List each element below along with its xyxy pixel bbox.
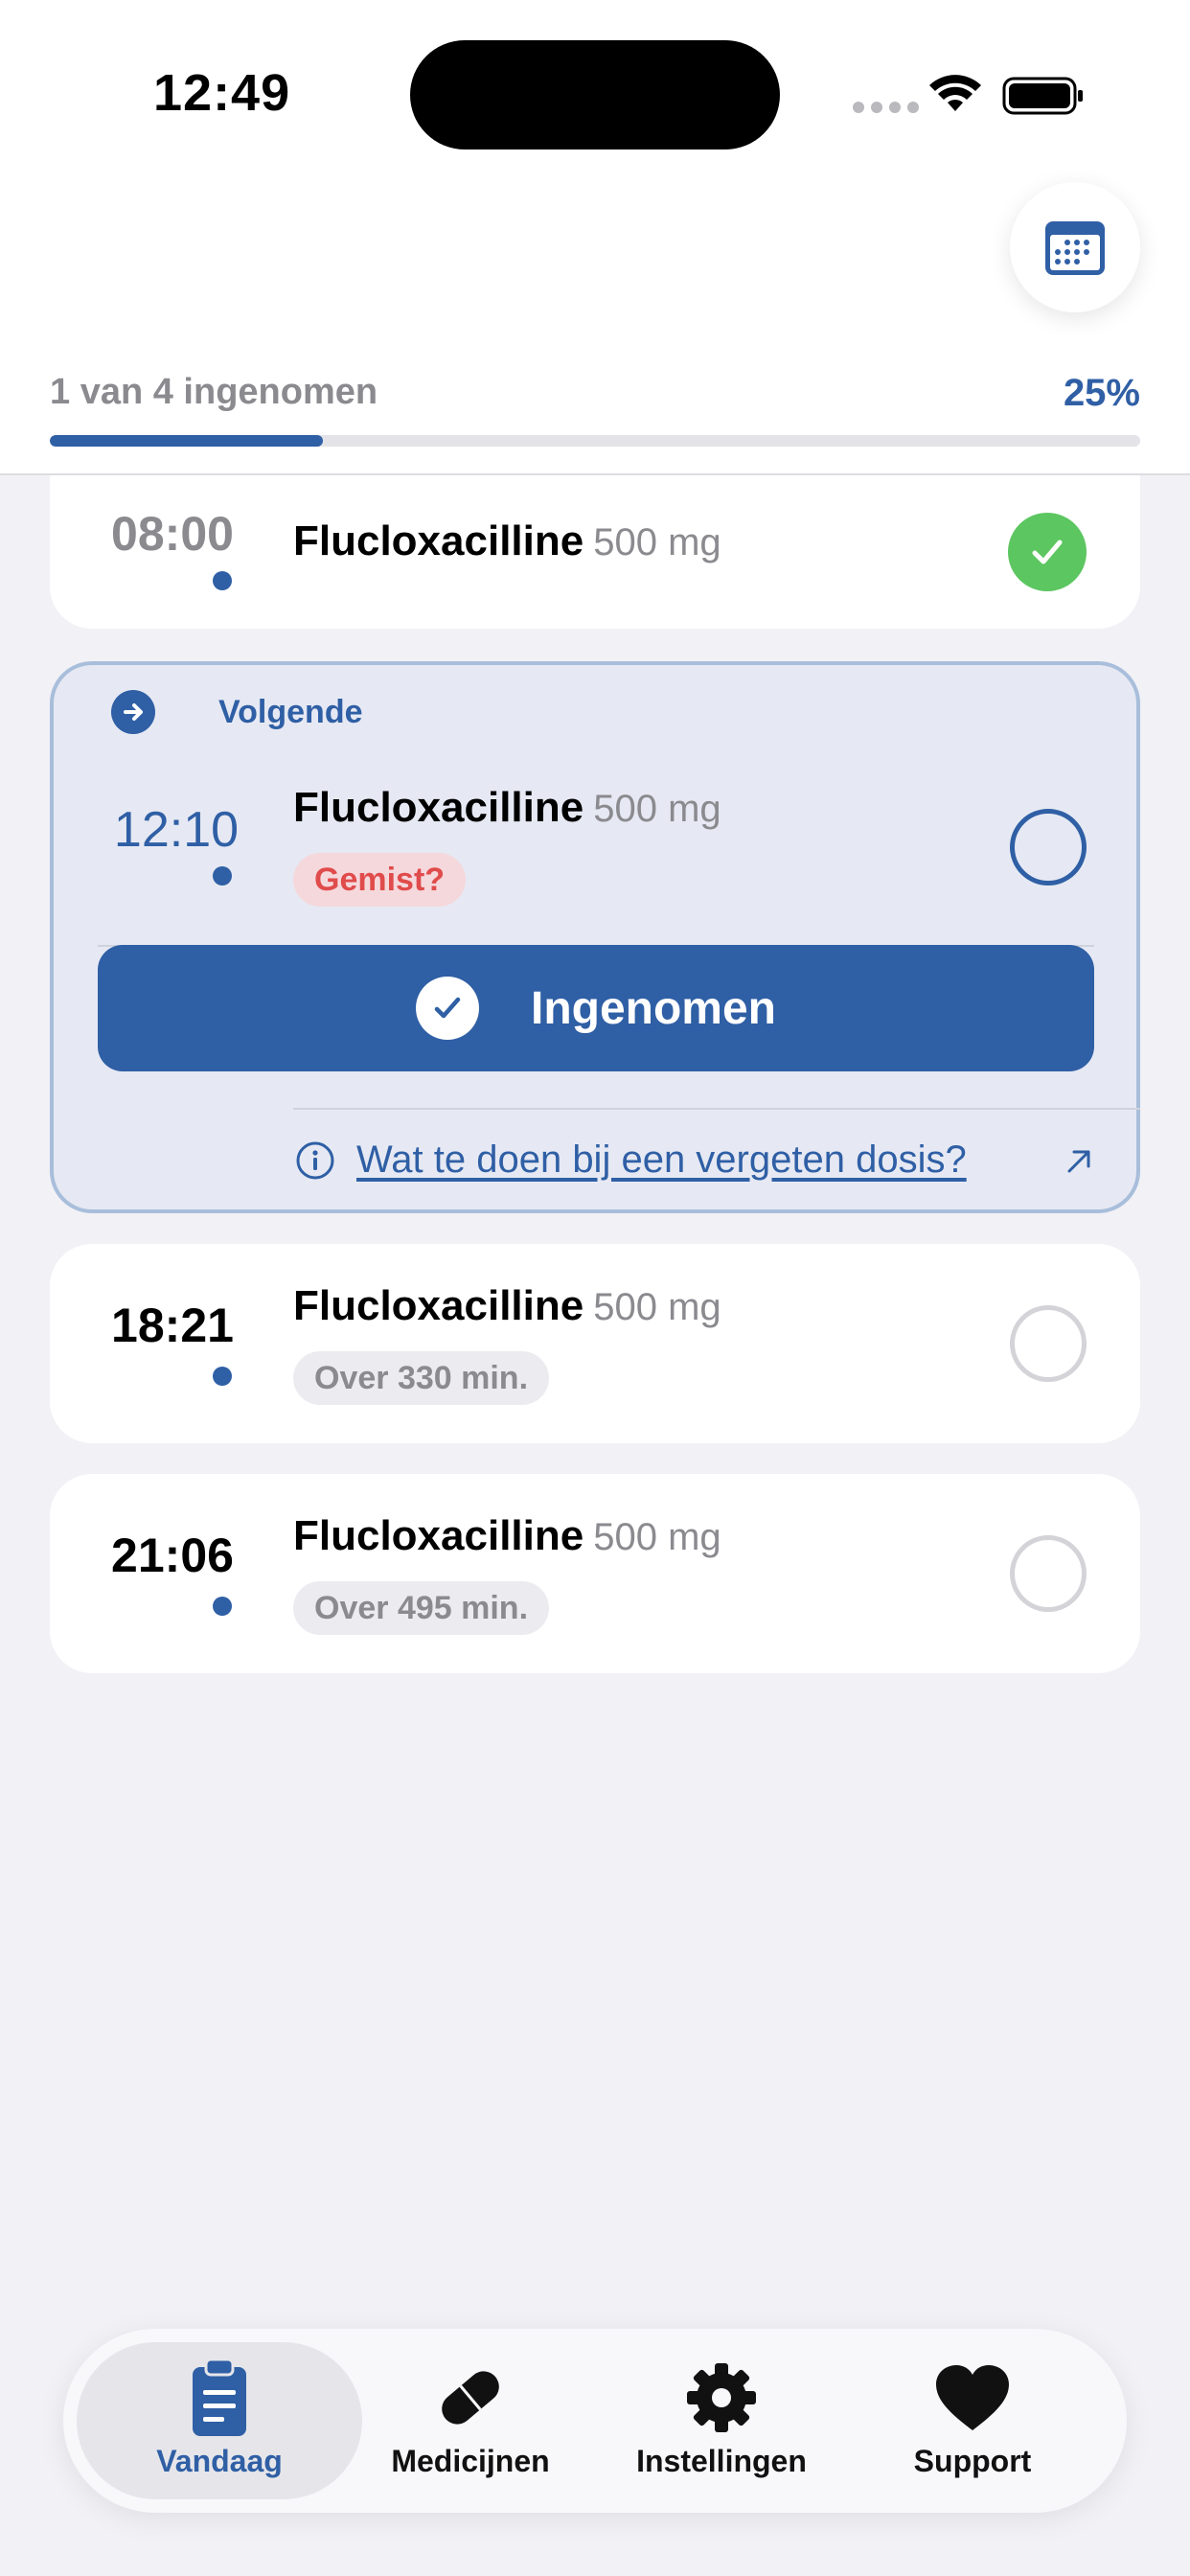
medication-name-text: Flucloxacilline bbox=[293, 518, 584, 564]
dose-card[interactable]: 18:21 Flucloxacilline 500 mg Over 330 min… bbox=[50, 1244, 1140, 1443]
progress-label: 1 van 4 ingenomen bbox=[50, 372, 378, 412]
external-link-icon[interactable] bbox=[1062, 1144, 1096, 1179]
medication-name-text: Flucloxacilline bbox=[293, 784, 584, 831]
medication-dose: 500 mg bbox=[593, 521, 721, 564]
calendar-button[interactable] bbox=[1010, 182, 1140, 312]
checkmark-icon bbox=[1032, 540, 1063, 564]
take-dose-toggle[interactable] bbox=[1010, 809, 1087, 886]
wifi-icon bbox=[929, 75, 981, 111]
dose-time: 08:00 bbox=[111, 507, 234, 561]
tab-support[interactable]: Support bbox=[830, 2342, 1115, 2499]
tab-vandaag[interactable]: Vandaag bbox=[77, 2342, 362, 2499]
medication-dose: 500 mg bbox=[593, 1286, 721, 1328]
time-remaining-badge: Over 330 min. bbox=[293, 1351, 550, 1405]
medication-name: Flucloxacilline 500 mg bbox=[293, 518, 721, 565]
medication-dose: 500 mg bbox=[593, 1516, 721, 1558]
tab-label: Instellingen bbox=[636, 2444, 807, 2478]
calendar-icon bbox=[1045, 221, 1105, 275]
tab-label: Vandaag bbox=[156, 2444, 283, 2478]
taken-check-button[interactable] bbox=[1008, 513, 1087, 591]
divider bbox=[293, 1108, 1140, 1110]
gear-icon bbox=[683, 2359, 760, 2436]
dose-card[interactable]: 08:00 Flucloxacilline 500 mg bbox=[50, 475, 1140, 629]
cellular-signal-icon bbox=[853, 102, 919, 113]
battery-icon bbox=[1002, 77, 1083, 115]
take-dose-toggle[interactable] bbox=[1010, 1305, 1087, 1382]
time-remaining-badge: Over 495 min. bbox=[293, 1581, 550, 1635]
taken-button[interactable]: Ingenomen bbox=[98, 945, 1094, 1071]
info-icon bbox=[296, 1141, 334, 1180]
dose-dot bbox=[213, 571, 232, 590]
next-dose-card: Volgende 12:10 Flucloxacilline 500 mg Gem… bbox=[50, 661, 1140, 1213]
dose-card[interactable]: 21:06 Flucloxacilline 500 mg Over 495 min… bbox=[50, 1474, 1140, 1673]
take-dose-toggle[interactable] bbox=[1010, 1535, 1087, 1612]
taken-button-label: Ingenomen bbox=[530, 982, 776, 1034]
medication-name: Flucloxacilline 500 mg bbox=[293, 1512, 721, 1560]
dose-time: 18:21 bbox=[111, 1299, 234, 1352]
tab-medicijnen[interactable]: Medicijnen bbox=[328, 2342, 613, 2499]
medication-name: Flucloxacilline 500 mg bbox=[293, 1282, 721, 1330]
checkmark-circle-icon bbox=[415, 977, 479, 1040]
dose-dot bbox=[213, 1367, 232, 1386]
medication-dose: 500 mg bbox=[593, 788, 721, 830]
medication-name-text: Flucloxacilline bbox=[293, 1282, 584, 1329]
header: 12:49 1 van 4 ingenomen 25% bbox=[0, 0, 1190, 475]
tab-instellingen[interactable]: Instellingen bbox=[579, 2342, 864, 2499]
dose-time: 12:10 bbox=[113, 802, 240, 858]
dose-time: 21:06 bbox=[111, 1529, 234, 1582]
heart-icon bbox=[934, 2359, 1011, 2436]
clipboard-icon bbox=[181, 2358, 258, 2436]
medication-name: Flucloxacilline 500 mg bbox=[293, 784, 721, 832]
dose-dot bbox=[213, 1597, 232, 1616]
dynamic-island bbox=[410, 40, 780, 150]
status-time: 12:49 bbox=[153, 64, 291, 122]
progress-percent: 25% bbox=[1063, 372, 1140, 414]
arrow-right-icon bbox=[111, 690, 155, 734]
tab-label: Support bbox=[913, 2444, 1032, 2478]
tab-label: Medicijnen bbox=[391, 2444, 550, 2478]
progress-bar-fill bbox=[50, 435, 323, 447]
pill-icon bbox=[432, 2359, 509, 2436]
progress-bar bbox=[50, 435, 1140, 447]
next-label: Volgende bbox=[218, 694, 363, 730]
missed-dose-info-link[interactable]: Wat te doen bij een vergeten dosis? bbox=[356, 1138, 967, 1182]
dose-dot bbox=[213, 866, 232, 886]
tab-bar: Vandaag Medicijnen Instellingen Support bbox=[63, 2329, 1127, 2513]
medication-name-text: Flucloxacilline bbox=[293, 1512, 584, 1559]
missed-badge: Gemist? bbox=[293, 853, 467, 907]
